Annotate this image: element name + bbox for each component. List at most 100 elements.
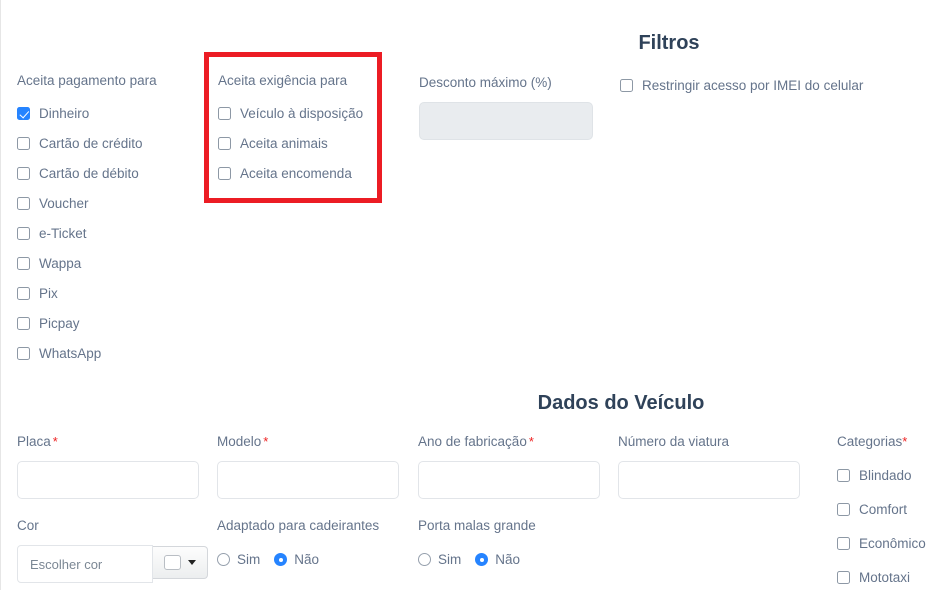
radio-wheelchair-nao[interactable]: Não [274,552,319,567]
radio-label-trunk-nao: Não [495,552,521,567]
checkbox-label-veiculo-a-disposicao: Veículo à disposição [240,105,364,121]
color-label: Cor [17,518,39,533]
radio-label-trunk-sim: Sim [438,552,462,567]
checkbox-label-comfort: Comfort [859,501,908,517]
checkbox-label-voucher: Voucher [39,195,89,211]
year-label-wrap: Ano de fabricação * [418,433,600,451]
trunk-field-group: Porta malas grande Sim Não [418,517,536,567]
radio-circle-trunk-sim[interactable] [418,553,431,566]
checkbox-label-blindado: Blindado [859,467,912,483]
color-input[interactable]: Escolher cor [17,545,153,583]
chevron-down-icon [188,560,196,565]
checkbox-cartao-de-credito[interactable]: Cartão de crédito [17,132,157,154]
checkbox-box-aceita-encomenda[interactable] [218,166,231,180]
checkbox-box-dinheiro[interactable] [17,106,30,120]
wheelchair-radio-group: Sim Não [217,552,379,567]
checkbox-restringir-imei[interactable]: Restringir acesso por IMEI do celular [620,74,863,96]
checkbox-economico[interactable]: Econômico [837,532,926,554]
checkbox-box-whatsapp[interactable] [17,346,30,360]
checkbox-voucher[interactable]: Voucher [17,192,157,214]
plate-label-wrap: Placa * [17,433,199,451]
discount-input[interactable] [419,102,593,140]
radio-trunk-sim[interactable]: Sim [418,552,461,567]
trunk-label: Porta malas grande [418,518,536,533]
year-field-group: Ano de fabricação * [418,433,600,499]
plate-field-group: Placa * [17,433,199,499]
radio-circle-wheelchair-sim[interactable] [217,553,230,566]
checkbox-blindado[interactable]: Blindado [837,464,926,486]
model-label: Modelo [217,434,262,449]
radio-circle-trunk-nao[interactable] [475,553,489,566]
checkbox-dinheiro[interactable]: Dinheiro [17,102,157,124]
checkbox-label-economico: Econômico [859,535,926,551]
checkbox-box-economico[interactable] [837,536,850,550]
checkbox-box-mototaxi[interactable] [837,570,850,584]
checkbox-aceita-animais[interactable]: Aceita animais [218,132,363,154]
wheelchair-field-group: Adaptado para cadeirantes Sim Não [217,517,379,567]
checkbox-pix[interactable]: Pix [17,282,157,304]
color-swatch-icon [164,555,181,570]
payments-group-label: Aceita pagamento para [17,73,157,88]
plate-required-marker: * [52,434,58,449]
checkbox-box-voucher[interactable] [17,196,30,210]
checkbox-cartao-de-debito[interactable]: Cartão de débito [17,162,157,184]
checkbox-box-restringir-imei[interactable] [620,78,633,92]
checkbox-label-pix: Pix [39,285,58,301]
vehicle-registration-form: Aceita pagamento para Dinheiro Cartão de… [0,0,946,590]
checkbox-label-aceita-encomenda: Aceita encomenda [240,165,352,181]
checkbox-label-e-ticket: e-Ticket [39,225,87,241]
checkbox-label-restringir-imei: Restringir acesso por IMEI do celular [642,77,864,93]
vehicle-section-title: Dados do Veículo [537,392,705,414]
imei-restriction-group: Restringir acesso por IMEI do celular [620,74,863,96]
checkbox-mototaxi[interactable]: Mototaxi [837,566,926,588]
checkbox-box-picpay[interactable] [17,316,30,330]
checkbox-label-wappa: Wappa [39,255,82,271]
checkbox-whatsapp[interactable]: WhatsApp [17,342,157,364]
vehicle-number-label: Número da viatura [618,434,730,449]
color-picker[interactable]: Escolher cor [17,545,208,583]
radio-label-wheelchair-nao: Não [294,552,320,567]
radio-label-wheelchair-sim: Sim [237,552,261,567]
checkbox-box-cartao-de-debito[interactable] [17,166,30,180]
trunk-radio-group: Sim Não [418,552,536,567]
checkbox-box-veiculo-a-disposicao[interactable] [218,106,231,120]
year-label: Ano de fabricação [418,434,527,449]
color-field-group: Cor Escolher cor [17,517,208,583]
radio-trunk-nao[interactable]: Não [475,552,520,567]
checkbox-label-aceita-animais: Aceita animais [240,135,328,151]
checkbox-box-pix[interactable] [17,286,30,300]
checkbox-box-comfort[interactable] [837,502,850,516]
checkbox-comfort[interactable]: Comfort [837,498,926,520]
discount-field-group: Desconto máximo (%) [419,74,593,140]
categories-required-marker: * [902,434,908,449]
checkbox-box-e-ticket[interactable] [17,226,30,240]
wheelchair-label: Adaptado para cadeirantes [217,518,380,533]
checkbox-box-blindado[interactable] [837,468,850,482]
checkbox-veiculo-a-disposicao[interactable]: Veículo à disposição [218,102,363,124]
categories-label-wrap: Categorias* [837,433,926,451]
model-input[interactable] [217,461,399,499]
plate-input[interactable] [17,461,199,499]
year-input[interactable] [418,461,600,499]
checkbox-label-mototaxi: Mototaxi [859,569,911,585]
requirements-group-label: Aceita exigência para [218,73,348,88]
checkbox-box-wappa[interactable] [17,256,30,270]
year-required-marker: * [528,434,534,449]
model-field-group: Modelo * [217,433,399,499]
checkbox-e-ticket[interactable]: e-Ticket [17,222,157,244]
checkbox-aceita-encomenda[interactable]: Aceita encomenda [218,162,363,184]
checkbox-label-picpay: Picpay [39,315,80,331]
checkbox-label-cartao-de-debito: Cartão de débito [39,165,139,181]
checkbox-wappa[interactable]: Wappa [17,252,157,274]
checkbox-box-aceita-animais[interactable] [218,136,231,150]
categories-label: Categorias [837,434,903,449]
radio-circle-wheelchair-nao[interactable] [274,553,288,566]
checkbox-label-cartao-de-credito: Cartão de crédito [39,135,143,151]
color-picker-toggle-button[interactable] [153,546,208,579]
checkbox-label-dinheiro: Dinheiro [39,105,90,121]
model-required-marker: * [263,434,269,449]
checkbox-picpay[interactable]: Picpay [17,312,157,334]
radio-wheelchair-sim[interactable]: Sim [217,552,260,567]
checkbox-box-cartao-de-credito[interactable] [17,136,30,150]
vehicle-number-input[interactable] [618,461,800,499]
